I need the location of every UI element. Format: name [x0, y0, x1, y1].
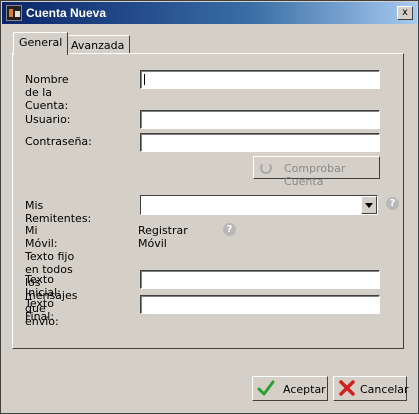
- text-caret: [144, 74, 145, 85]
- check-account-label: Comprobar Cuenta: [284, 162, 346, 188]
- help-icon[interactable]: ?: [386, 197, 399, 210]
- accept-button[interactable]: Aceptar: [252, 376, 328, 401]
- user-input[interactable]: [140, 110, 380, 129]
- register-mobile-link[interactable]: Registrar Móvil: [138, 224, 188, 250]
- password-label: Contraseña:: [25, 135, 92, 148]
- mobile-label: Mi Móvil:: [25, 224, 58, 250]
- help-icon[interactable]: ?: [223, 223, 236, 236]
- account-name-label: Nombre de la Cuenta:: [25, 73, 69, 112]
- end-text-input[interactable]: [140, 295, 380, 314]
- title-bar[interactable]: Cuenta Nueva x: [2, 2, 417, 24]
- end-text-label: Texto Final:: [25, 297, 55, 323]
- user-label: Usuario:: [25, 113, 71, 126]
- account-name-input[interactable]: [140, 70, 380, 89]
- close-button[interactable]: x: [397, 6, 413, 20]
- check-account-button[interactable]: Comprobar Cuenta: [253, 156, 380, 188]
- senders-select[interactable]: [140, 195, 378, 215]
- tab-general[interactable]: General: [13, 32, 69, 55]
- check-icon: [257, 379, 275, 397]
- password-input[interactable]: [140, 133, 380, 152]
- cancel-label: Cancelar: [360, 383, 409, 396]
- start-text-label: Texto Inicial:: [25, 273, 61, 299]
- senders-label: Mis Remitentes:: [25, 199, 92, 225]
- accept-label: Aceptar: [283, 383, 326, 396]
- window-title: Cuenta Nueva: [26, 6, 107, 20]
- dialog-window: Cuenta Nueva x General Avanzada Nombre d…: [0, 0, 419, 414]
- cross-icon: [338, 379, 356, 397]
- cancel-button[interactable]: Cancelar: [333, 376, 409, 401]
- tab-avanzada[interactable]: Avanzada: [65, 35, 131, 55]
- refresh-icon: [260, 162, 272, 174]
- app-icon: [6, 5, 22, 21]
- start-text-input[interactable]: [140, 270, 380, 289]
- chevron-down-icon[interactable]: [361, 196, 377, 214]
